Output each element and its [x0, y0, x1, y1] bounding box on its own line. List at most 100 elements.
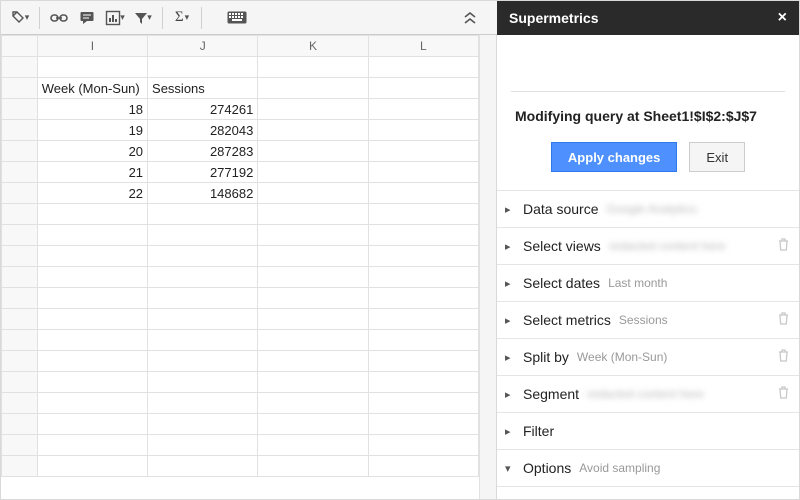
cell[interactable]	[148, 330, 258, 351]
cell[interactable]	[258, 330, 368, 351]
cell[interactable]	[258, 141, 368, 162]
cell[interactable]	[37, 372, 147, 393]
cell[interactable]: Sessions	[148, 78, 258, 99]
cell[interactable]: 282043	[148, 120, 258, 141]
cell[interactable]	[368, 141, 478, 162]
section-options[interactable]: ▾OptionsAvoid sampling	[497, 450, 799, 487]
cell[interactable]	[37, 204, 147, 225]
cell[interactable]	[258, 162, 368, 183]
row-header[interactable]	[2, 225, 38, 246]
cell[interactable]	[37, 351, 147, 372]
cell[interactable]	[148, 456, 258, 477]
cell[interactable]: 287283	[148, 141, 258, 162]
paint-format-icon[interactable]: ▾	[7, 5, 33, 31]
cell[interactable]	[37, 267, 147, 288]
cell[interactable]	[148, 435, 258, 456]
cell[interactable]	[148, 57, 258, 78]
cell[interactable]	[258, 309, 368, 330]
cell[interactable]	[368, 435, 478, 456]
column-header[interactable]: L	[368, 36, 478, 57]
cell[interactable]	[258, 372, 368, 393]
functions-icon[interactable]: Σ ▾	[169, 5, 195, 31]
cell[interactable]	[258, 183, 368, 204]
cell[interactable]	[258, 414, 368, 435]
section-filter[interactable]: ▸Filter	[497, 413, 799, 450]
cell[interactable]	[258, 246, 368, 267]
cell[interactable]	[368, 309, 478, 330]
cell[interactable]: 274261	[148, 99, 258, 120]
cell[interactable]	[258, 120, 368, 141]
cell[interactable]	[148, 246, 258, 267]
cell[interactable]: 277192	[148, 162, 258, 183]
section-select-views[interactable]: ▸Select viewsredacted content here	[497, 228, 799, 265]
apply-changes-button[interactable]: Apply changes	[551, 142, 677, 172]
cell[interactable]	[148, 288, 258, 309]
cell[interactable]	[368, 204, 478, 225]
trash-icon[interactable]	[778, 349, 789, 365]
section-select-metrics[interactable]: ▸Select metricsSessions	[497, 302, 799, 339]
cell[interactable]	[258, 288, 368, 309]
cell[interactable]	[368, 225, 478, 246]
column-header[interactable]: I	[37, 36, 147, 57]
row-header[interactable]	[2, 288, 38, 309]
exit-button[interactable]: Exit	[689, 142, 745, 172]
cell[interactable]	[37, 435, 147, 456]
cell[interactable]	[368, 414, 478, 435]
cell[interactable]	[368, 351, 478, 372]
row-header[interactable]	[2, 267, 38, 288]
cell[interactable]: 21	[37, 162, 147, 183]
cell[interactable]	[37, 225, 147, 246]
cell[interactable]	[148, 414, 258, 435]
column-header[interactable]: J	[148, 36, 258, 57]
cell[interactable]	[368, 456, 478, 477]
link-icon[interactable]	[46, 5, 72, 31]
cell[interactable]	[148, 267, 258, 288]
cell[interactable]	[368, 246, 478, 267]
cell[interactable]	[148, 225, 258, 246]
collapse-icon[interactable]	[457, 5, 483, 31]
row-header[interactable]	[2, 183, 38, 204]
cell[interactable]	[368, 372, 478, 393]
row-header[interactable]	[2, 246, 38, 267]
cell[interactable]	[368, 78, 478, 99]
comment-icon[interactable]	[74, 5, 100, 31]
row-header[interactable]	[2, 57, 38, 78]
cell[interactable]	[258, 351, 368, 372]
cell[interactable]	[148, 309, 258, 330]
cell[interactable]	[368, 267, 478, 288]
row-header[interactable]	[2, 141, 38, 162]
cell[interactable]	[368, 288, 478, 309]
cell[interactable]	[37, 246, 147, 267]
cell[interactable]: 20	[37, 141, 147, 162]
cell[interactable]	[37, 456, 147, 477]
cell[interactable]	[258, 57, 368, 78]
section-segment[interactable]: ▸Segmentredacted content here	[497, 376, 799, 413]
cell[interactable]	[368, 57, 478, 78]
insert-chart-icon[interactable]: ▾	[102, 5, 128, 31]
cell[interactable]	[258, 267, 368, 288]
row-header[interactable]	[2, 435, 38, 456]
cell[interactable]: Week (Mon-Sun)	[37, 78, 147, 99]
cell[interactable]	[148, 204, 258, 225]
spreadsheet-grid[interactable]: IJKLWeek (Mon-Sun)Sessions18274261192820…	[1, 35, 479, 477]
row-header[interactable]	[2, 162, 38, 183]
vertical-scrollbar[interactable]	[479, 35, 496, 499]
row-header[interactable]	[2, 99, 38, 120]
row-header[interactable]	[2, 78, 38, 99]
cell[interactable]	[258, 435, 368, 456]
cell[interactable]	[37, 330, 147, 351]
section-select-dates[interactable]: ▸Select datesLast month	[497, 265, 799, 302]
keyboard-icon[interactable]	[224, 5, 250, 31]
cell[interactable]: 19	[37, 120, 147, 141]
cell[interactable]	[148, 393, 258, 414]
cell[interactable]: 18	[37, 99, 147, 120]
trash-icon[interactable]	[778, 386, 789, 402]
cell[interactable]	[258, 225, 368, 246]
cell[interactable]	[148, 351, 258, 372]
cell[interactable]	[37, 393, 147, 414]
cell[interactable]	[258, 78, 368, 99]
section-split-by[interactable]: ▸Split byWeek (Mon-Sun)	[497, 339, 799, 376]
row-header[interactable]	[2, 456, 38, 477]
cell[interactable]	[258, 456, 368, 477]
cell[interactable]	[368, 330, 478, 351]
